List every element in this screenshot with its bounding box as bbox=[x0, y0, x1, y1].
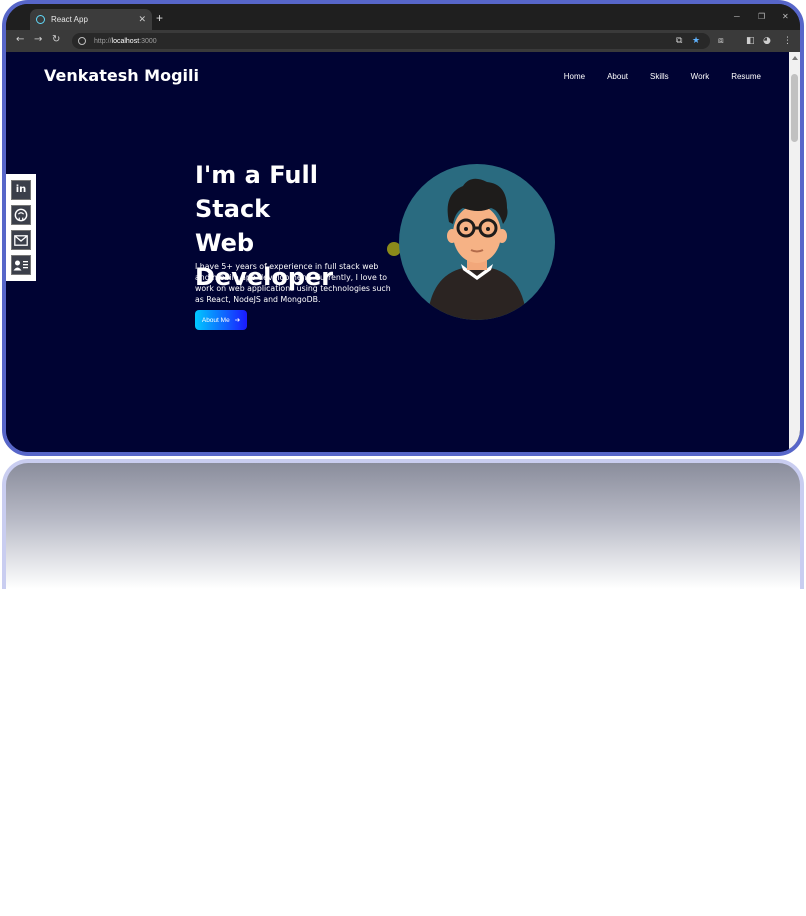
window-close-button[interactable]: ✕ bbox=[782, 12, 789, 21]
reload-icon[interactable]: ↻ bbox=[52, 34, 60, 45]
browser-tab-bar: React App ✕ + ─ ❐ ✕ bbox=[6, 4, 800, 30]
forward-icon[interactable]: → bbox=[34, 34, 42, 45]
contact-card-icon[interactable] bbox=[11, 255, 31, 276]
scroll-up-icon[interactable] bbox=[792, 56, 798, 60]
url-text: http://localhost:3000 bbox=[94, 37, 157, 45]
menu-icon[interactable]: ⋮ bbox=[783, 36, 792, 46]
new-tab-button[interactable]: + bbox=[156, 11, 163, 25]
site-brand[interactable]: Venkatesh Mogili bbox=[44, 66, 199, 85]
page-viewport: Venkatesh Mogili Home About Skills Work … bbox=[6, 52, 789, 452]
profile-icon[interactable]: ◕ bbox=[763, 36, 771, 46]
side-panel-icon[interactable]: ◧ bbox=[746, 36, 755, 46]
browser-toolbar: ← → ↻ http://localhost:3000 ⧉ ★ ⧈ ◧ ◕ ⋮ bbox=[6, 30, 800, 52]
device-frame: React App ✕ + ─ ❐ ✕ ← → ↻ http://localho… bbox=[2, 0, 804, 456]
hero-title-line-1: I'm a Full Stack bbox=[195, 161, 318, 223]
nav-skills[interactable]: Skills bbox=[650, 72, 669, 81]
hero-description: I have 5+ years of experience in full st… bbox=[195, 262, 391, 304]
bookmark-star-icon[interactable]: ★ bbox=[692, 36, 700, 46]
scrollbar-thumb[interactable] bbox=[791, 74, 798, 142]
arrow-right-icon: ➔ bbox=[234, 317, 241, 324]
browser-tab[interactable]: React App ✕ bbox=[30, 9, 152, 30]
minimize-button[interactable]: ─ bbox=[734, 12, 740, 21]
hero-title-line-2: Web bbox=[195, 229, 255, 257]
nav-work[interactable]: Work bbox=[691, 72, 710, 81]
page-scrollbar[interactable] bbox=[789, 52, 800, 452]
developer-avatar bbox=[399, 164, 555, 320]
about-me-label: About Me bbox=[201, 316, 230, 324]
address-bar[interactable]: http://localhost:3000 bbox=[72, 33, 710, 49]
main-nav: Home About Skills Work Resume bbox=[564, 72, 761, 81]
back-icon[interactable]: ← bbox=[16, 34, 24, 45]
tab-title: React App bbox=[51, 15, 88, 24]
restore-button[interactable]: ❐ bbox=[758, 12, 765, 21]
site-info-icon[interactable] bbox=[78, 37, 86, 45]
nav-home[interactable]: Home bbox=[564, 72, 585, 81]
github-icon[interactable] bbox=[11, 204, 31, 225]
nav-resume[interactable]: Resume bbox=[731, 72, 761, 81]
nav-about[interactable]: About bbox=[607, 72, 628, 81]
about-me-button[interactable]: About Me ➔ bbox=[195, 310, 247, 330]
device-reflection bbox=[2, 459, 804, 589]
tab-close-icon[interactable]: ✕ bbox=[138, 15, 146, 25]
mail-icon[interactable] bbox=[11, 230, 31, 251]
react-icon bbox=[36, 15, 45, 24]
extensions-icon[interactable]: ⧈ bbox=[718, 36, 724, 46]
social-sidebar: in bbox=[6, 174, 36, 281]
linkedin-icon[interactable]: in bbox=[11, 179, 31, 200]
install-app-icon[interactable]: ⧉ bbox=[676, 36, 682, 46]
